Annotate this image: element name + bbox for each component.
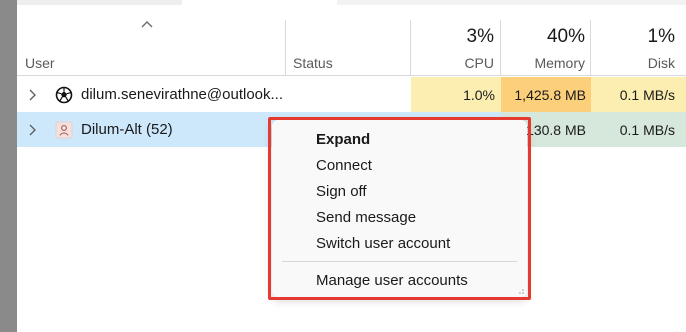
column-header-memory[interactable]: Memory bbox=[501, 55, 585, 71]
disk-cell: 0.1 MB/s bbox=[591, 77, 686, 112]
soccer-ball-icon bbox=[55, 86, 73, 104]
column-header-status[interactable]: Status bbox=[293, 55, 333, 71]
column-header-row: User Status 3% CPU 40% Memory 1% Disk bbox=[17, 5, 686, 76]
user-name: dilum.senevirathne@outlook... bbox=[81, 86, 284, 103]
memory-total-percent[interactable]: 40% bbox=[501, 26, 585, 48]
user-avatar-icon bbox=[55, 121, 73, 139]
disk-cell: 0.1 MB/s bbox=[591, 112, 686, 147]
chevron-up-icon[interactable] bbox=[140, 19, 154, 29]
highlight-box bbox=[268, 117, 531, 300]
memory-cell: 1,425.8 MB bbox=[501, 77, 591, 112]
column-header-user[interactable]: User bbox=[25, 55, 55, 71]
user-name: Dilum-Alt (52) bbox=[81, 121, 173, 138]
window-edge bbox=[0, 0, 17, 332]
column-header-cpu[interactable]: CPU bbox=[411, 55, 494, 71]
cpu-total-percent[interactable]: 3% bbox=[411, 26, 494, 48]
chevron-right-icon[interactable] bbox=[28, 89, 36, 101]
disk-total-percent[interactable]: 1% bbox=[591, 26, 675, 48]
column-header-disk[interactable]: Disk bbox=[591, 55, 675, 71]
user-row[interactable]: dilum.senevirathne@outlook... 1.0% 1,425… bbox=[17, 77, 686, 112]
cpu-cell: 1.0% bbox=[411, 77, 501, 112]
column-divider[interactable] bbox=[285, 20, 286, 76]
chevron-right-icon[interactable] bbox=[28, 124, 36, 136]
